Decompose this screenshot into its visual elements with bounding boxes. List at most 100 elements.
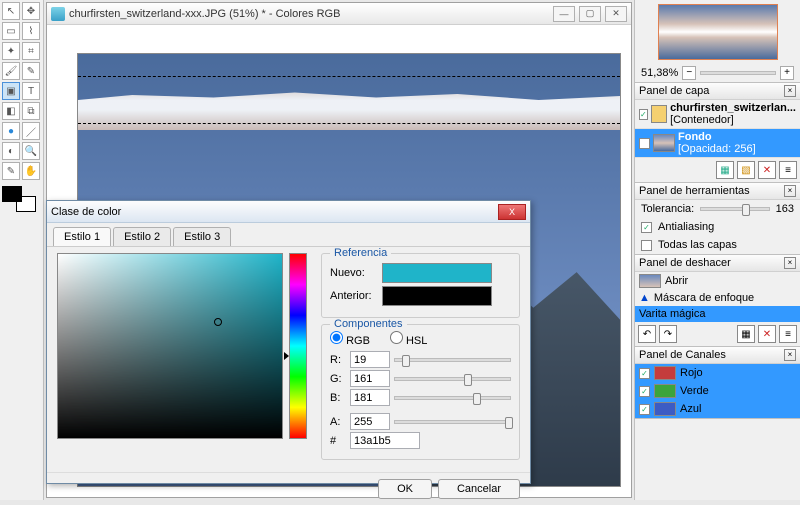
tool-clone[interactable]: ⧉ bbox=[22, 102, 40, 120]
color-swatches[interactable] bbox=[2, 186, 40, 216]
tool-line[interactable]: ／ bbox=[22, 122, 40, 140]
b-input[interactable] bbox=[350, 389, 390, 406]
hsl-radio[interactable]: HSL bbox=[390, 331, 427, 347]
tool-wand[interactable]: ✦ bbox=[2, 42, 20, 60]
panel-close-icon[interactable]: × bbox=[784, 185, 796, 197]
tolerance-label: Tolerancia: bbox=[641, 203, 694, 215]
r-input[interactable] bbox=[350, 351, 390, 368]
zoom-panel: 51,38% − + bbox=[635, 0, 800, 83]
a-label: A: bbox=[330, 416, 346, 428]
toolbox: ↖ ✥ ▭ ⌇ ✦ ⌗ 🖌 ✎ ▣ T ◧ ⧉ ● ／ ◐ 🔍 ✎ ✋ bbox=[0, 0, 44, 500]
layer-subtitle: [Opacidad: 256] bbox=[678, 143, 796, 155]
ok-button[interactable]: OK bbox=[378, 479, 432, 499]
tool-panel-title: Panel de herramientas bbox=[639, 185, 784, 197]
tool-pencil[interactable]: ✎ bbox=[22, 62, 40, 80]
layer-visible-checkbox[interactable]: ✓ bbox=[639, 138, 650, 149]
color-field[interactable] bbox=[57, 253, 283, 439]
layer-name: Fondo bbox=[678, 131, 796, 143]
undo-menu-button[interactable]: ≡ bbox=[779, 325, 797, 343]
tool-eraser[interactable]: ◧ bbox=[2, 102, 20, 120]
color-picker-cursor bbox=[214, 318, 222, 326]
document-titlebar: churfirsten_switzerland-xxx.JPG (51%) * … bbox=[47, 3, 631, 25]
r-label: R: bbox=[330, 354, 346, 366]
channel-row[interactable]: ✓Rojo bbox=[635, 364, 800, 382]
tool-zoom[interactable]: 🔍 bbox=[22, 142, 40, 160]
all-layers-checkbox[interactable] bbox=[641, 240, 652, 251]
antialias-label: Antialiasing bbox=[658, 221, 714, 233]
tool-hand[interactable]: ✋ bbox=[22, 162, 40, 180]
navigator-preview[interactable] bbox=[658, 4, 778, 60]
channel-checkbox[interactable]: ✓ bbox=[639, 368, 650, 379]
dialog-titlebar[interactable]: Clase de color X bbox=[47, 201, 530, 223]
tool-bucket[interactable]: ▣ bbox=[2, 82, 20, 100]
g-slider[interactable] bbox=[394, 377, 511, 381]
dialog-title: Clase de color bbox=[51, 206, 498, 218]
minimize-button[interactable]: — bbox=[553, 6, 575, 22]
dialog-close-button[interactable]: X bbox=[498, 204, 526, 220]
cancel-button[interactable]: Cancelar bbox=[438, 479, 520, 499]
b-slider[interactable] bbox=[394, 396, 511, 400]
a-slider[interactable] bbox=[394, 420, 511, 424]
channel-row[interactable]: ✓Verde bbox=[635, 382, 800, 400]
tool-pointer[interactable]: ↖ bbox=[2, 2, 20, 20]
tolerance-slider[interactable] bbox=[700, 207, 769, 211]
app-icon bbox=[51, 7, 65, 21]
undo-back-button[interactable]: ↶ bbox=[638, 325, 656, 343]
undo-forward-button[interactable]: ↷ bbox=[659, 325, 677, 343]
tool-gradient[interactable]: ◐ bbox=[2, 142, 20, 160]
channels-panel: Panel de Canales× ✓Rojo ✓Verde ✓Azul bbox=[635, 347, 800, 419]
b-label: B: bbox=[330, 392, 346, 404]
g-input[interactable] bbox=[350, 370, 390, 387]
hue-slider[interactable] bbox=[289, 253, 307, 439]
layer-menu-button[interactable]: ≡ bbox=[779, 161, 797, 179]
channel-checkbox[interactable]: ✓ bbox=[639, 386, 650, 397]
layer-visible-checkbox[interactable]: ✓ bbox=[639, 109, 648, 120]
layers-panel-title: Panel de capa bbox=[639, 85, 784, 97]
tool-crop[interactable]: ⌗ bbox=[22, 42, 40, 60]
close-button[interactable]: ✕ bbox=[605, 6, 627, 22]
zoom-in-button[interactable]: + bbox=[780, 66, 794, 80]
maximize-button[interactable]: ▢ bbox=[579, 6, 601, 22]
reference-group: Referencia Nuevo: Anterior: bbox=[321, 253, 520, 318]
panel-close-icon[interactable]: × bbox=[784, 85, 796, 97]
layer-thumbnail bbox=[651, 105, 667, 123]
undo-item[interactable]: Varita mágica bbox=[635, 306, 800, 322]
rgb-radio[interactable]: RGB bbox=[330, 331, 370, 347]
zoom-out-button[interactable]: − bbox=[682, 66, 696, 80]
undo-item[interactable]: ▲Máscara de enfoque bbox=[635, 290, 800, 306]
layer-row[interactable]: ✓ Fondo [Opacidad: 256] bbox=[635, 129, 800, 158]
a-input[interactable] bbox=[350, 413, 390, 430]
style-tab-3[interactable]: Estilo 3 bbox=[173, 227, 231, 246]
r-slider[interactable] bbox=[394, 358, 511, 362]
undo-delete-button[interactable]: ✕ bbox=[758, 325, 776, 343]
tool-marquee[interactable]: ▭ bbox=[2, 22, 20, 40]
layer-row[interactable]: ✓ churfirsten_switzerlan... [Contenedor] bbox=[635, 100, 800, 129]
hex-input[interactable] bbox=[350, 432, 420, 449]
undo-clear-button[interactable]: ▦ bbox=[737, 325, 755, 343]
layer-name: churfirsten_switzerlan... bbox=[670, 102, 796, 114]
old-color-swatch[interactable] bbox=[382, 286, 492, 306]
layer-thumbnail bbox=[653, 134, 675, 152]
tool-move[interactable]: ✥ bbox=[22, 2, 40, 20]
layer-delete-button[interactable]: ✕ bbox=[758, 161, 776, 179]
channel-row[interactable]: ✓Azul bbox=[635, 400, 800, 418]
style-tab-1[interactable]: Estilo 1 bbox=[53, 227, 111, 246]
panel-close-icon[interactable]: × bbox=[784, 257, 796, 269]
layer-add-button[interactable]: ▦ bbox=[716, 161, 734, 179]
zoom-slider[interactable] bbox=[700, 71, 776, 75]
components-group: Componentes RGB HSL R: G: B: A: # bbox=[321, 324, 520, 460]
tool-lasso[interactable]: ⌇ bbox=[22, 22, 40, 40]
channels-panel-title: Panel de Canales bbox=[639, 349, 784, 361]
tool-brush[interactable]: 🖌 bbox=[2, 62, 20, 80]
tool-shape[interactable]: ● bbox=[2, 122, 20, 140]
new-color-swatch[interactable] bbox=[382, 263, 492, 283]
undo-item[interactable]: Abrir bbox=[635, 272, 800, 290]
layer-duplicate-button[interactable]: ▧ bbox=[737, 161, 755, 179]
channel-checkbox[interactable]: ✓ bbox=[639, 404, 650, 415]
reference-legend: Referencia bbox=[330, 247, 391, 259]
tool-text[interactable]: T bbox=[22, 82, 40, 100]
style-tab-2[interactable]: Estilo 2 bbox=[113, 227, 171, 246]
antialias-checkbox[interactable]: ✓ bbox=[641, 222, 652, 233]
tool-picker[interactable]: ✎ bbox=[2, 162, 20, 180]
panel-close-icon[interactable]: × bbox=[784, 349, 796, 361]
